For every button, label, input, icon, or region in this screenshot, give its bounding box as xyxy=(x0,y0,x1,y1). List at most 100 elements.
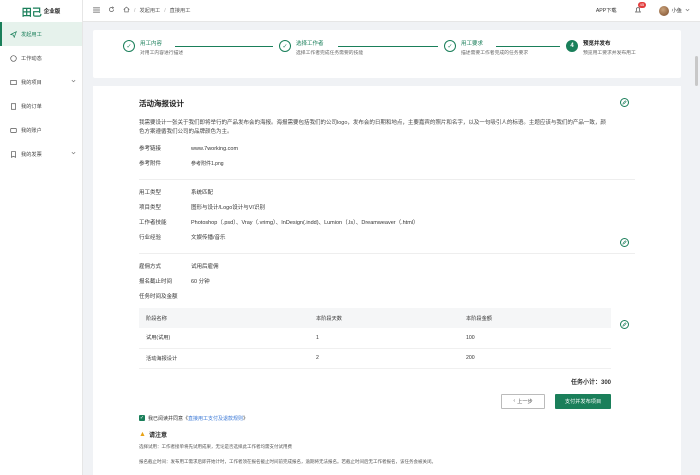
pay-publish-button[interactable]: 支付并发布项目 xyxy=(555,393,611,409)
notice-line: 选择试用：工作者接单将先试用成果，无论是否选择此工作者均需支付试用费 xyxy=(139,443,292,449)
agreement: ✓ 我已阅读并同意《 直接用工支付及退款规则》 xyxy=(139,415,635,422)
main-content: ✓ 用工内容 对用工内容进行描述 ✓ 选择工作者 选择工作者完成任务需要的技能 ✓ … xyxy=(93,22,681,475)
divider xyxy=(139,253,635,254)
logo[interactable]: 田己 企业版 xyxy=(0,0,82,22)
industry-label: 行业经验 xyxy=(139,235,162,241)
check-icon: ✓ xyxy=(279,40,291,52)
sidebar-item-label: 发起用工 xyxy=(21,31,42,38)
breadcrumb-separator: / xyxy=(164,7,166,14)
app-download-link[interactable]: APP下载 xyxy=(596,7,617,14)
invoice-icon xyxy=(9,150,17,158)
agreement-link[interactable]: 直接用工支付及退款规则 xyxy=(188,415,243,422)
job-type-label: 用工类型 xyxy=(139,190,162,196)
sidebar-item-my-invoices[interactable]: 我的发票 xyxy=(0,142,82,166)
arrow-left-icon: ‹ xyxy=(513,398,516,404)
sidebar-item-my-projects[interactable]: 我的项目 xyxy=(0,70,82,94)
sidebar-item-my-account[interactable]: 我的账户 xyxy=(0,118,82,142)
notice-line: 报名截止时间：发布用工需求后即开始计时，工作者须在报名截止时间前完成报名，逾期将… xyxy=(139,458,436,464)
step-connector xyxy=(496,46,560,47)
breadcrumb-item-start-hiring[interactable]: 发起用工 xyxy=(139,7,160,14)
home-icon[interactable] xyxy=(123,6,130,15)
category-value: 图形与设计/Logo设计与VI识别 xyxy=(191,205,265,211)
scrollbar[interactable] xyxy=(695,56,698,86)
agreement-suffix: 》 xyxy=(243,415,249,422)
agreement-checkbox[interactable]: ✓ xyxy=(139,415,145,421)
prev-step-button[interactable]: ‹ 上一步 xyxy=(501,393,545,409)
steps-bar: ✓ 用工内容 对用工内容进行描述 ✓ 选择工作者 选择工作者完成任务需要的技能 ✓ … xyxy=(93,30,681,78)
breadcrumb-item-direct-hiring: 直接用工 xyxy=(169,8,191,14)
edit-hire-button[interactable] xyxy=(620,320,629,329)
breadcrumb: / 发起用工 / 直接用工 xyxy=(93,6,190,15)
col-header-stage: 阶段名称 xyxy=(139,308,309,328)
industry-value: 文娱传播/音乐 xyxy=(191,235,226,241)
skills-label: 工作者技能 xyxy=(139,220,167,226)
cell-stage: 活动海报设计 xyxy=(139,348,309,369)
project-title: 活动海报设计 xyxy=(139,99,184,108)
task-time-label: 任务时间及金额 xyxy=(139,294,178,300)
edit-job-button[interactable] xyxy=(620,238,629,247)
stage-table: 阶段名称 本阶段天数 本阶段金额 试用(试用) 1 100 活动海报设计 2 2… xyxy=(139,308,611,369)
order-icon xyxy=(9,102,17,110)
notice-title: 请注意 xyxy=(148,432,167,439)
step-connector xyxy=(338,46,438,47)
skills-value: Photoshop（.psd）、Vray（.vrimg）、InDesign(.i… xyxy=(191,220,419,226)
chevron-down-icon xyxy=(71,151,76,157)
cell-amount: 100 xyxy=(459,328,611,349)
sidebar-item-label: 我的项目 xyxy=(21,79,42,86)
sidebar-item-start-hiring[interactable]: 发起用工 xyxy=(0,22,82,46)
folder-icon xyxy=(9,78,17,86)
deadline-value: 60 分钟 xyxy=(191,279,210,285)
wallet-icon xyxy=(9,126,17,134)
check-icon: ✓ xyxy=(123,40,135,52)
menu-toggle-icon[interactable] xyxy=(93,6,100,15)
refresh-icon[interactable] xyxy=(108,6,115,15)
notification-badge: 45 xyxy=(637,1,647,8)
notification-button[interactable]: 45 xyxy=(633,1,647,16)
table-row: 试用(试用) 1 100 xyxy=(139,328,611,349)
ref-link[interactable]: www.7working.com xyxy=(191,145,238,154)
sidebar-item-label: 我的订单 xyxy=(21,103,42,110)
top-bar: / 发起用工 / 直接用工 APP下载 45 小鱼 xyxy=(83,0,700,22)
sidebar-item-label: 工作动态 xyxy=(21,55,42,62)
divider xyxy=(139,179,635,180)
step-desc: 对用工内容进行描述 xyxy=(140,51,184,56)
preview-card: 活动海报设计 我需要设计一张关于我们即将举行的产品发布会的海报。海报需要包括我们… xyxy=(93,86,681,475)
logo-mark: 田己 xyxy=(21,7,42,19)
edition-label: 企业版 xyxy=(43,9,61,15)
step-desc: 选择工作者完成任务需要的技能 xyxy=(296,51,364,56)
step-desc: 预览用工要求并发布用工 xyxy=(583,51,636,56)
step-content: ✓ 用工内容 对用工内容进行描述 xyxy=(123,40,210,57)
step-desc: 描述需要工作者完成的任务要求 xyxy=(461,51,529,56)
hire-mode-label: 雇佣方式 xyxy=(139,264,162,270)
cell-amount: 200 xyxy=(459,348,611,369)
step-title: 预览并发布 xyxy=(583,41,611,47)
prev-step-label: 上一步 xyxy=(517,398,533,405)
ref-file-label: 参考附件 xyxy=(139,161,162,167)
sidebar-item-work-updates[interactable]: 工作动态 xyxy=(0,46,82,70)
step-connector xyxy=(175,46,273,47)
sidebar-item-label: 我的账户 xyxy=(21,127,42,134)
agreement-prefix: 我已阅读并同意《 xyxy=(148,415,189,422)
user-menu[interactable]: 小鱼 xyxy=(658,5,690,16)
chevron-down-icon xyxy=(71,79,76,85)
step-number: 4 xyxy=(566,40,578,52)
job-type-value: 系统匹配 xyxy=(191,190,214,196)
sidebar-item-my-orders[interactable]: 我的订单 xyxy=(0,94,82,118)
breadcrumb-separator: / xyxy=(134,7,136,14)
chevron-down-icon xyxy=(685,8,690,14)
step-preview-publish: 4 预览并发布预览用工要求并发布用工 xyxy=(566,40,643,57)
warning-icon: ▲ xyxy=(139,430,146,438)
edit-content-button[interactable] xyxy=(620,98,629,107)
hire-mode-value: 试用后雇佣 xyxy=(191,264,219,270)
sidebar: 田己 企业版 发起用工 工作动态 我的项目 我的订单 我的账户 我的发票 xyxy=(0,0,83,475)
message-icon xyxy=(9,54,17,62)
sidebar-item-label: 我的发票 xyxy=(21,151,42,158)
table-row: 活动海报设计 2 200 xyxy=(139,348,611,369)
col-header-amount: 本阶段金额 xyxy=(459,308,611,328)
deadline-label: 报名截止时间 xyxy=(139,279,173,285)
step-requirements: ✓ 用工要求 描述需要工作者完成的任务要求 xyxy=(444,40,531,57)
step-select-worker: ✓ 选择工作者 选择工作者完成任务需要的技能 xyxy=(279,40,366,57)
send-icon xyxy=(9,30,17,38)
notice-heading: ▲ 请注意 xyxy=(139,430,635,439)
ref-file-link[interactable]: 参考附件1.png xyxy=(191,160,224,169)
